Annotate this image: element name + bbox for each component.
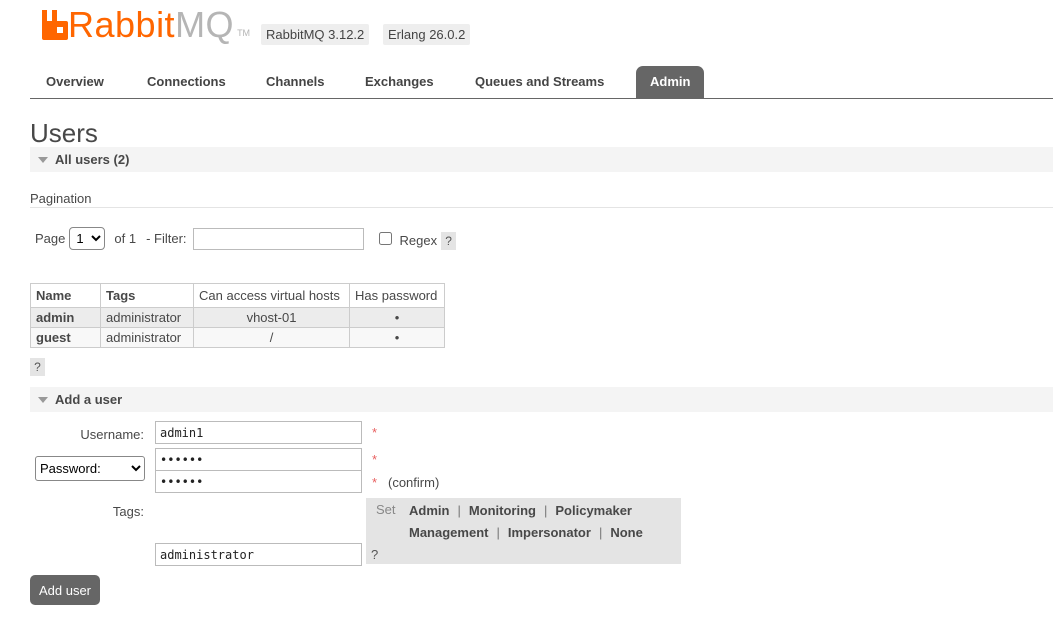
pagination-controls: Page 1 of 1 - Filter: Regex ? — [35, 227, 457, 250]
table-row[interactable]: guest administrator / • — [30, 327, 445, 348]
set-label: Set — [376, 502, 396, 517]
column-header-vhosts[interactable]: Can access virtual hosts — [193, 283, 350, 308]
filter-input[interactable] — [192, 227, 364, 250]
table-header-row: Name Tags Can access virtual hosts Has p… — [30, 283, 445, 308]
column-header-name[interactable]: Name — [30, 283, 101, 308]
column-header-has-password[interactable]: Has password — [349, 283, 445, 308]
logo-word-rabbit: Rabbit — [68, 4, 176, 45]
tab-connections[interactable]: Connections — [133, 66, 240, 99]
user-name-link[interactable]: admin — [30, 307, 101, 328]
password-required-mark: * — [372, 452, 378, 467]
page-count-label: of 1 — [114, 231, 137, 246]
tab-queues-and-streams[interactable]: Queues and Streams — [461, 66, 618, 99]
tag-option-policymaker[interactable]: Policymaker — [555, 503, 632, 518]
tag-option-management[interactable]: Management — [409, 525, 488, 540]
user-name-link[interactable]: guest — [30, 327, 101, 348]
tag-option-admin[interactable]: Admin — [409, 503, 449, 518]
table-row[interactable]: admin administrator vhost-01 • — [30, 307, 445, 328]
username-required-mark: * — [372, 425, 378, 440]
erlang-version-badge: Erlang 26.0.2 — [383, 24, 471, 45]
tags-help-button[interactable]: ? — [371, 547, 378, 562]
user-tags-cell: administrator — [100, 327, 194, 348]
user-vhosts-cell: vhost-01 — [193, 307, 350, 328]
confirm-required-mark: * — [372, 475, 378, 490]
collapse-triangle-icon — [38, 157, 48, 164]
pagination-heading: Pagination — [30, 191, 92, 206]
logo-trademark: TM — [237, 28, 251, 38]
regex-checkbox[interactable] — [378, 232, 392, 245]
regex-help-button[interactable]: ? — [441, 231, 457, 250]
confirm-label: (confirm) — [388, 475, 440, 490]
username-input[interactable] — [155, 421, 362, 444]
tags-input[interactable] — [155, 543, 362, 566]
add-user-title: Add a user — [55, 392, 123, 407]
password-input[interactable] — [155, 448, 362, 471]
tag-shortcuts-panel: Set Admin | Monitoring | Policymaker Managem… — [366, 498, 681, 564]
main-nav-tabs: Overview Connections Channels Exchanges … — [30, 66, 1053, 99]
users-table: Name Tags Can access virtual hosts Has p… — [30, 283, 445, 348]
pagination-divider — [30, 207, 1053, 208]
tags-label: Tags: — [112, 504, 144, 519]
tag-shortcuts-row-2: Management | Impersonator | None — [409, 525, 643, 540]
tag-option-monitoring[interactable]: Monitoring — [469, 503, 536, 518]
password-confirm-input[interactable] — [155, 470, 362, 493]
logo-word-mq: MQ — [175, 4, 235, 45]
page-title: Users — [30, 118, 98, 148]
regex-label: Regex — [399, 232, 438, 248]
user-has-password-cell: • — [349, 327, 445, 348]
rabbitmq-logo: Rabbit MQ TM — [40, 6, 250, 44]
rabbitmq-version-badge: RabbitMQ 3.12.2 — [261, 24, 370, 45]
all-users-section-header[interactable]: All users (2) — [30, 147, 1053, 172]
tab-exchanges[interactable]: Exchanges — [351, 66, 448, 99]
filter-label: - Filter: — [146, 231, 187, 246]
column-header-tags[interactable]: Tags — [100, 283, 194, 308]
collapse-triangle-icon — [38, 397, 48, 404]
rabbit-logo-icon — [42, 10, 68, 40]
tag-option-impersonator[interactable]: Impersonator — [508, 525, 591, 540]
password-mode-select[interactable]: Password: — [35, 456, 145, 481]
user-vhosts-cell: / — [193, 327, 350, 348]
user-has-password-cell: • — [349, 307, 445, 328]
username-label: Username: — [80, 427, 144, 442]
page-label: Page — [35, 231, 66, 246]
tab-overview[interactable]: Overview — [32, 66, 118, 99]
all-users-title: All users (2) — [55, 152, 130, 167]
tab-admin[interactable]: Admin — [636, 66, 705, 99]
tag-option-none[interactable]: None — [610, 525, 643, 540]
tab-channels[interactable]: Channels — [252, 66, 339, 99]
users-table-help-button[interactable]: ? — [30, 358, 45, 376]
user-tags-cell: administrator — [100, 307, 194, 328]
tag-shortcuts-row-1: Admin | Monitoring | Policymaker — [409, 503, 632, 518]
page-select[interactable]: 1 — [69, 227, 106, 250]
add-user-button[interactable]: Add user — [30, 575, 100, 605]
add-user-section-header[interactable]: Add a user — [30, 387, 1053, 412]
